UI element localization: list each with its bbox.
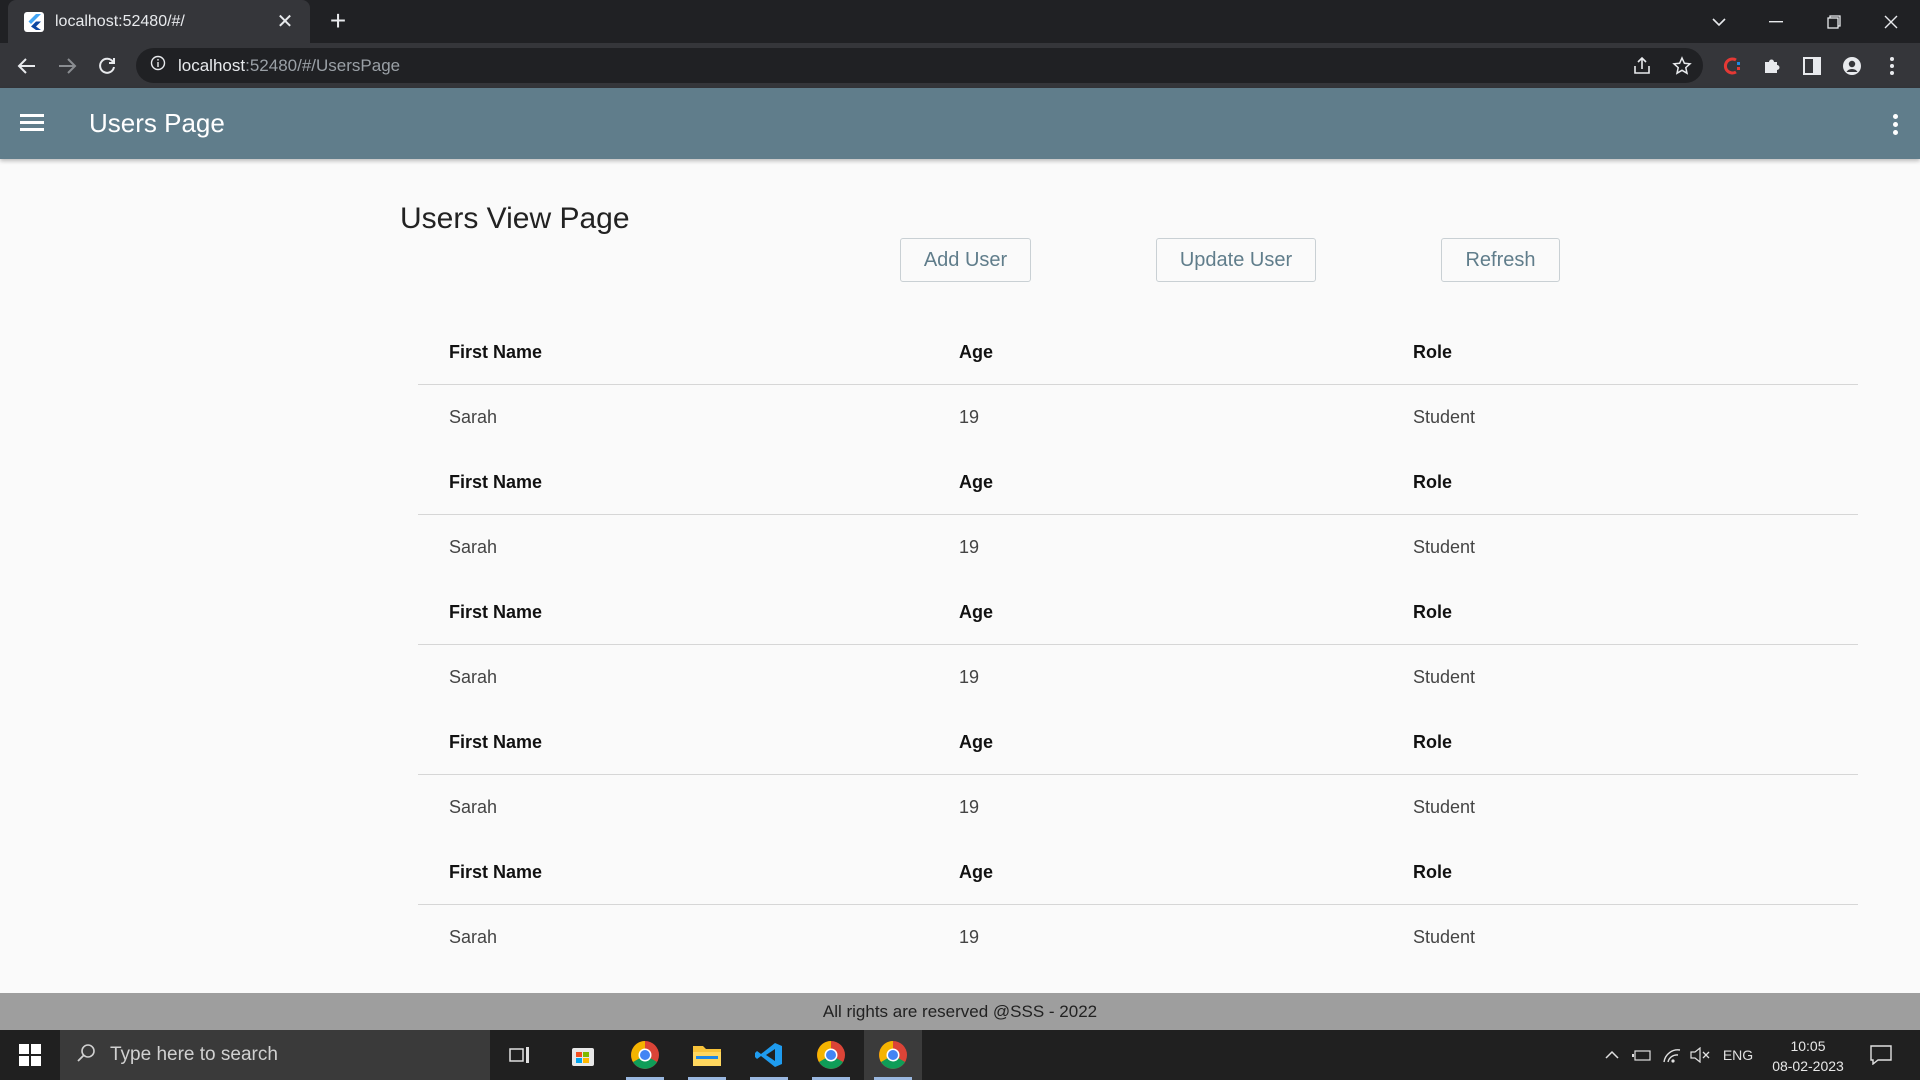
header-age: Age [959, 602, 994, 622]
search-icon [76, 1043, 96, 1068]
cell-first-name: Sarah [449, 797, 498, 817]
microsoft-store-icon[interactable] [554, 1030, 612, 1080]
header-role: Role [1413, 472, 1453, 492]
side-panel-icon[interactable] [1798, 52, 1826, 80]
chrome-taskbar-icon-3[interactable] [864, 1030, 922, 1080]
header-role: Role [1413, 342, 1453, 362]
header-first-name: First Name [449, 862, 543, 882]
update-user-button[interactable]: Update User [1156, 238, 1316, 282]
vscode-icon[interactable] [740, 1030, 798, 1080]
app-bar: Users Page [0, 88, 1920, 159]
volume-muted-icon[interactable] [1688, 1030, 1712, 1080]
page-heading: Users View Page [400, 202, 630, 235]
footer: All rights are reserved @SSS - 2022 [0, 993, 1920, 1030]
extension-c-icon[interactable] [1718, 52, 1746, 80]
cell-role: Student [1413, 797, 1476, 817]
table-row[interactable]: Sarah 19 Student [418, 775, 1858, 840]
cell-first-name: Sarah [449, 667, 498, 687]
clock-time: 10:05 [1790, 1038, 1826, 1054]
taskbar-clock[interactable]: 10:05 08-02-2023 [1764, 1036, 1852, 1076]
header-first-name: First Name [449, 732, 543, 752]
cell-first-name: Sarah [449, 927, 498, 945]
chrome-taskbar-icon-2[interactable] [802, 1030, 860, 1080]
users-table: First Name Age Role Sarah 19 Student First Nam… [418, 320, 1858, 945]
restore-icon[interactable] [1805, 0, 1863, 43]
browser-tab[interactable]: localhost:52480/#/ ✕ [8, 0, 310, 43]
header-age: Age [959, 472, 994, 492]
hamburger-menu-icon[interactable] [20, 110, 50, 138]
cell-role: Student [1413, 927, 1476, 945]
cell-role: Student [1413, 667, 1476, 687]
add-user-button[interactable]: Add User [900, 238, 1031, 282]
profile-icon[interactable] [1838, 52, 1866, 80]
table-row[interactable]: Sarah 19 Student [418, 385, 1858, 450]
browser-menu-icon[interactable] [1878, 52, 1906, 80]
more-vert-icon[interactable] [1883, 110, 1907, 138]
back-icon[interactable] [10, 49, 44, 83]
url-host: localhost [178, 55, 246, 75]
cell-age: 19 [959, 667, 980, 687]
flutter-favicon-icon [24, 11, 44, 32]
header-first-name: First Name [449, 602, 543, 622]
close-window-icon[interactable] [1862, 0, 1920, 43]
table-header-row: First Name Age Role [418, 450, 1858, 515]
header-age: Age [959, 732, 994, 752]
chrome-taskbar-icon[interactable] [616, 1030, 674, 1080]
minimize-icon[interactable] [1747, 0, 1805, 43]
forward-icon[interactable] [50, 49, 84, 83]
header-age: Age [959, 862, 994, 882]
cell-role: Student [1413, 537, 1476, 557]
bookmark-star-icon[interactable] [1668, 52, 1696, 80]
url-text: localhost:52480/#/UsersPage [178, 56, 400, 76]
new-tab-icon[interactable]: + [323, 6, 353, 36]
tab-close-icon[interactable]: ✕ [274, 9, 296, 34]
reload-icon[interactable] [90, 49, 124, 83]
table-row[interactable]: Sarah 19 Student [418, 645, 1858, 710]
task-view-icon[interactable] [491, 1030, 549, 1080]
table-header-row: First Name Age Role [418, 840, 1858, 905]
file-explorer-icon[interactable] [678, 1030, 736, 1080]
cell-first-name: Sarah [449, 407, 498, 427]
header-first-name: First Name [449, 342, 543, 362]
tab-title: localhost:52480/#/ [55, 12, 185, 30]
tab-search-icon[interactable] [1690, 0, 1748, 43]
table-header-row: First Name Age Role [418, 320, 1858, 385]
site-info-icon[interactable] [150, 55, 166, 76]
header-role: Role [1413, 602, 1453, 622]
cell-age: 19 [959, 407, 980, 427]
url-path: :52480/#/UsersPage [245, 55, 401, 75]
search-placeholder: Type here to search [110, 1044, 278, 1065]
windows-start-icon[interactable] [0, 1030, 60, 1080]
header-role: Role [1413, 862, 1453, 882]
browser-toolbar: localhost:52480/#/UsersPage [0, 43, 1920, 88]
cell-first-name: Sarah [449, 537, 498, 557]
address-bar[interactable]: localhost:52480/#/UsersPage [136, 48, 1703, 83]
notifications-icon[interactable] [1866, 1030, 1896, 1080]
table-header-row: First Name Age Role [418, 580, 1858, 645]
cell-role: Student [1413, 407, 1476, 427]
chevron-up-icon[interactable] [1600, 1030, 1624, 1080]
language-indicator[interactable]: ENG [1718, 1030, 1758, 1080]
header-role: Role [1413, 732, 1453, 752]
extensions-puzzle-icon[interactable] [1758, 52, 1786, 80]
table-header-row: First Name Age Role [418, 710, 1858, 775]
cell-age: 19 [959, 797, 980, 817]
table-row[interactable]: Sarah 19 Student [418, 515, 1858, 580]
windows-taskbar: Type here to search ENG 10:05 08-02-2023 [0, 1030, 1920, 1080]
wifi-icon[interactable] [1660, 1030, 1684, 1080]
header-first-name: First Name [449, 472, 543, 492]
refresh-button[interactable]: Refresh [1441, 238, 1560, 282]
header-age: Age [959, 342, 994, 362]
battery-icon[interactable] [1630, 1030, 1654, 1080]
cell-age: 19 [959, 537, 980, 557]
app-bar-title: Users Page [89, 108, 225, 138]
clock-date: 08-02-2023 [1772, 1058, 1844, 1074]
table-row[interactable]: Sarah 19 Student [418, 905, 1858, 945]
share-icon[interactable] [1628, 52, 1656, 80]
cell-age: 19 [959, 927, 980, 945]
browser-tabstrip: localhost:52480/#/ ✕ + [0, 0, 1920, 43]
taskbar-search[interactable]: Type here to search [60, 1030, 490, 1080]
